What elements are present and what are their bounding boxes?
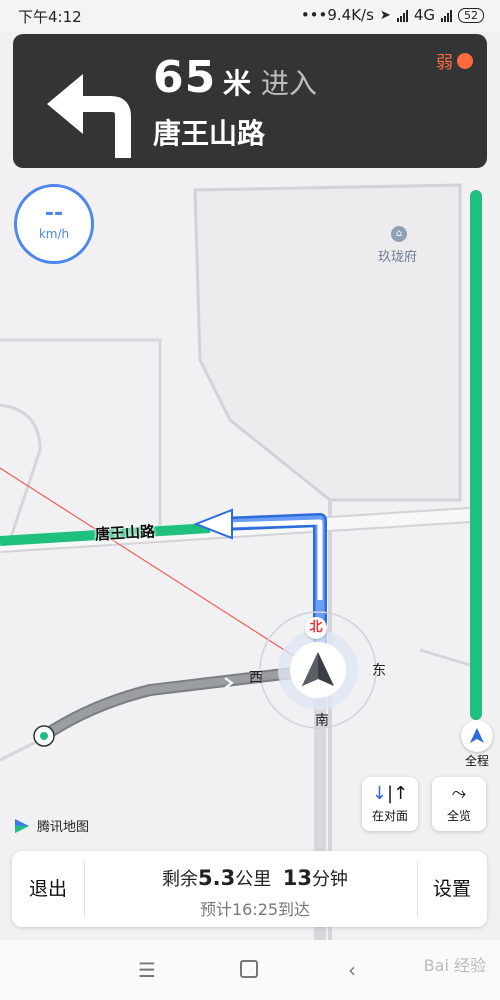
system-navigation-bar: ☰ ‹ Bai 经验	[0, 940, 500, 1000]
gps-signal-text: 弱	[436, 53, 453, 73]
status-time: 下午4:12	[18, 8, 82, 26]
remain-distance-unit: 公里	[235, 869, 272, 890]
settings-button[interactable]: 设置	[417, 851, 487, 927]
compass-east: 东	[372, 663, 386, 679]
status-icons: •••9.4K/s ➤ 4G 52	[301, 6, 484, 24]
exit-button[interactable]: 退出	[12, 851, 84, 927]
trip-info-panel: 退出 剩余5.3公里 13分钟 预计16:25到达 设置	[12, 851, 487, 927]
location-arrow-icon: ➤	[379, 7, 391, 23]
map-road-label: 唐王山路	[94, 522, 156, 544]
turn-distance: 65	[153, 52, 217, 103]
brand-name: 腾讯地图	[37, 820, 90, 835]
route-progress-label: 全程	[464, 754, 489, 768]
route-progress-bar	[470, 190, 482, 720]
signal-icon-2	[441, 9, 452, 22]
poi-label[interactable]: 玖珑府	[378, 246, 417, 265]
navigation-arrow-icon	[470, 728, 484, 743]
turn-distance-unit: 米	[223, 67, 252, 100]
compass-west: 西	[249, 670, 263, 686]
status-bar: 下午4:12 •••9.4K/s ➤ 4G 52	[0, 0, 500, 32]
remain-time: 13	[282, 866, 312, 890]
remain-distance: 5.3	[198, 866, 236, 890]
turn-action: 进入	[261, 67, 318, 100]
route-progress-button[interactable]	[461, 720, 493, 752]
signal-icon	[396, 9, 408, 22]
compass-south: 南	[315, 713, 329, 729]
map-canvas[interactable]	[0, 32, 500, 940]
overview-label: 全览	[446, 809, 471, 823]
remain-prefix: 剩余	[162, 869, 199, 890]
turn-left-arrow-icon	[47, 74, 131, 158]
remain-time-unit: 分钟	[311, 869, 348, 890]
back-icon[interactable]: ‹	[348, 958, 356, 982]
turn-instruction-card[interactable]: 65 米 进入 唐王山路 弱	[13, 34, 487, 168]
overview-button[interactable]: ⤳ 全览	[432, 777, 486, 831]
remaining-summary[interactable]: 剩余5.3公里 13分钟	[94, 865, 416, 891]
gps-signal-indicator: 弱	[436, 48, 473, 73]
compass-north: 北	[305, 617, 327, 639]
watermark: Bai 经验	[423, 956, 486, 975]
speed-unit: km/h	[38, 227, 70, 241]
speedometer: -- km/h	[14, 184, 94, 264]
eta-text: 预计16:25到达	[199, 900, 311, 919]
swap-direction-icon: ↓|↑	[371, 783, 409, 804]
next-road-name: 唐王山路	[153, 117, 266, 150]
opposite-side-button[interactable]: ↓|↑ 在对面	[362, 777, 418, 831]
speed-value: --	[44, 201, 64, 226]
tencent-map-logo-icon	[15, 818, 29, 833]
brand-logo: 腾讯地图	[13, 816, 89, 835]
battery-icon: 52	[458, 7, 484, 23]
satellite-icon	[457, 52, 473, 69]
network-type: 4G	[413, 6, 435, 24]
divider	[84, 861, 85, 917]
net-speed: •••9.4K/s	[300, 6, 374, 24]
home-icon[interactable]	[240, 960, 258, 978]
residence-poi-icon[interactable]: ⌂	[391, 226, 407, 242]
route-overview-icon: ⤳	[451, 783, 467, 804]
opposite-side-label: 在对面	[371, 809, 408, 823]
menu-icon[interactable]: ☰	[138, 958, 156, 982]
